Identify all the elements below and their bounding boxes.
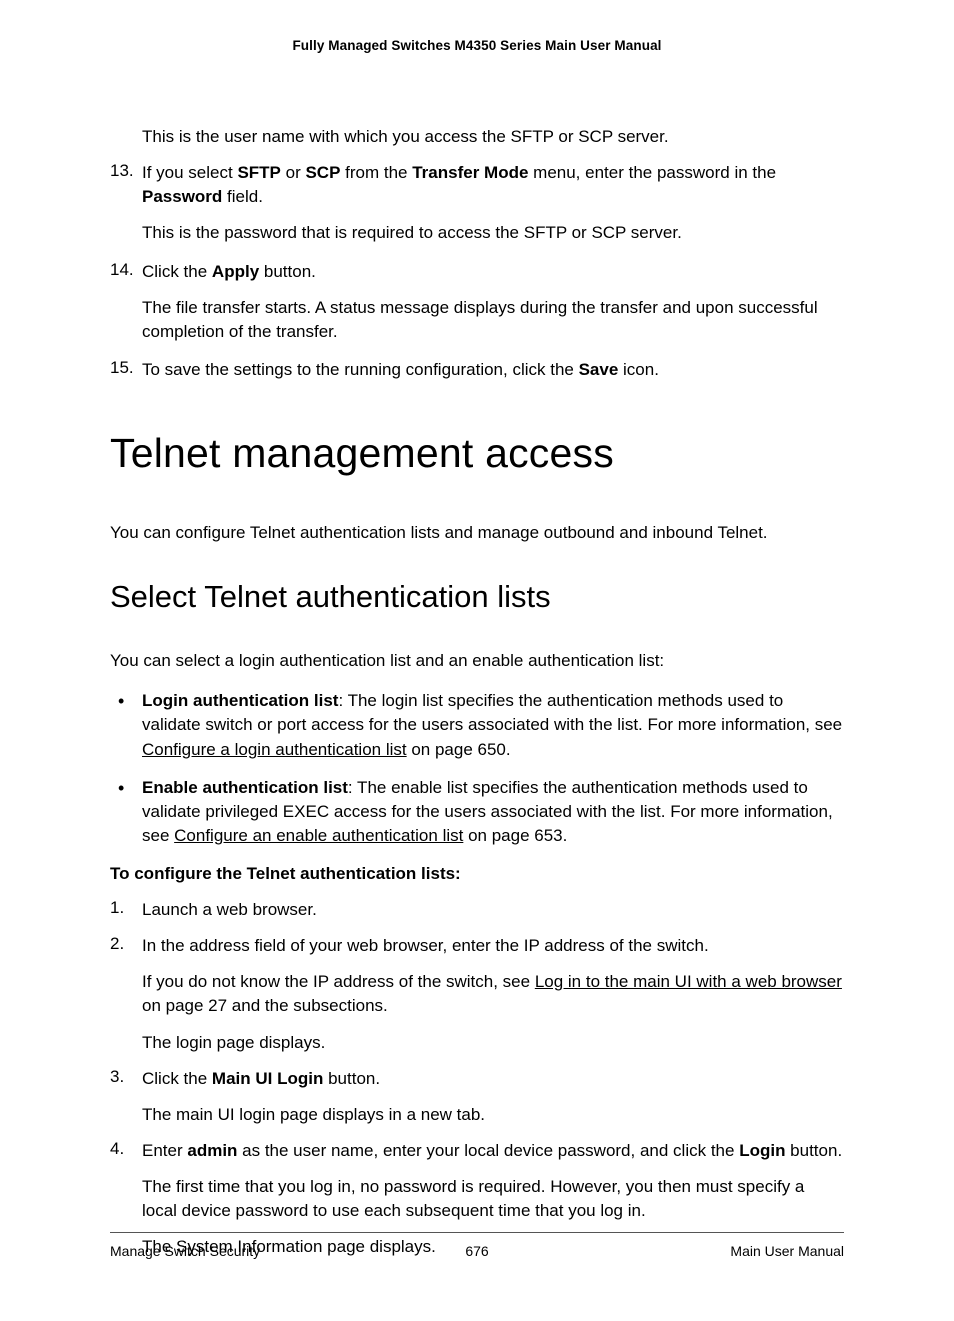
paragraph: You can configure Telnet authentication …: [110, 521, 844, 545]
step-number: 4.: [110, 1139, 142, 1159]
bullet-list: Login authentication list: The login lis…: [110, 689, 844, 848]
list-item: 15. To save the settings to the running …: [110, 358, 844, 382]
document-page: Fully Managed Switches M4350 Series Main…: [0, 0, 954, 1321]
numbered-list-continued: 13. If you select SFTP or SCP from the T…: [110, 161, 844, 382]
procedure-step: 1. Launch a web browser.: [110, 898, 844, 922]
list-number: 15.: [110, 358, 136, 378]
step-number: 1.: [110, 898, 142, 918]
step-sub-paragraph: The first time that you log in, no passw…: [142, 1175, 844, 1223]
list-number: 14.: [110, 260, 136, 280]
step-number: 2.: [110, 934, 142, 954]
list-followup: The file transfer starts. A status messa…: [142, 296, 844, 344]
continuation-paragraph: This is the user name with which you acc…: [142, 125, 844, 149]
running-header: Fully Managed Switches M4350 Series Main…: [110, 38, 844, 53]
list-followup: This is the password that is required to…: [142, 221, 844, 245]
procedure-step: 3. Click the Main UI Login button. The m…: [110, 1067, 844, 1127]
list-item: 13. If you select SFTP or SCP from the T…: [110, 161, 844, 245]
list-text: To save the settings to the running conf…: [142, 358, 659, 382]
procedure-list: 1. Launch a web browser. 2. In the addre…: [110, 898, 844, 1259]
list-text: If you select SFTP or SCP from the Trans…: [142, 161, 844, 209]
step-sub-paragraph: The main UI login page displays in a new…: [142, 1103, 844, 1127]
step-text: In the address field of your web browser…: [142, 934, 709, 958]
list-text: Click the Apply button.: [142, 260, 316, 284]
list-item: 14. Click the Apply button. The file tra…: [110, 260, 844, 344]
footer-manual-name: Main User Manual: [599, 1243, 844, 1259]
step-number: 3.: [110, 1067, 142, 1087]
heading-level-2: Select Telnet authentication lists: [110, 579, 844, 615]
step-sub-paragraph: The login page displays.: [142, 1031, 844, 1055]
step-text: Launch a web browser.: [142, 898, 317, 922]
page-footer: Manage Switch Security 676 Main User Man…: [110, 1232, 844, 1259]
step-sub-paragraph: If you do not know the IP address of the…: [142, 970, 844, 1018]
footer-section-name: Manage Switch Security: [110, 1243, 355, 1259]
procedure-title: To configure the Telnet authentication l…: [110, 864, 844, 884]
bullet-item: Enable authentication list: The enable l…: [110, 776, 844, 848]
step-text: Enter admin as the user name, enter your…: [142, 1139, 842, 1163]
footer-page-number: 676: [355, 1243, 600, 1259]
paragraph: You can select a login authentication li…: [110, 649, 844, 673]
bullet-item: Login authentication list: The login lis…: [110, 689, 844, 761]
list-number: 13.: [110, 161, 136, 181]
procedure-step: 2. In the address field of your web brow…: [110, 934, 844, 1055]
heading-level-1: Telnet management access: [110, 430, 844, 477]
step-text: Click the Main UI Login button.: [142, 1067, 380, 1091]
